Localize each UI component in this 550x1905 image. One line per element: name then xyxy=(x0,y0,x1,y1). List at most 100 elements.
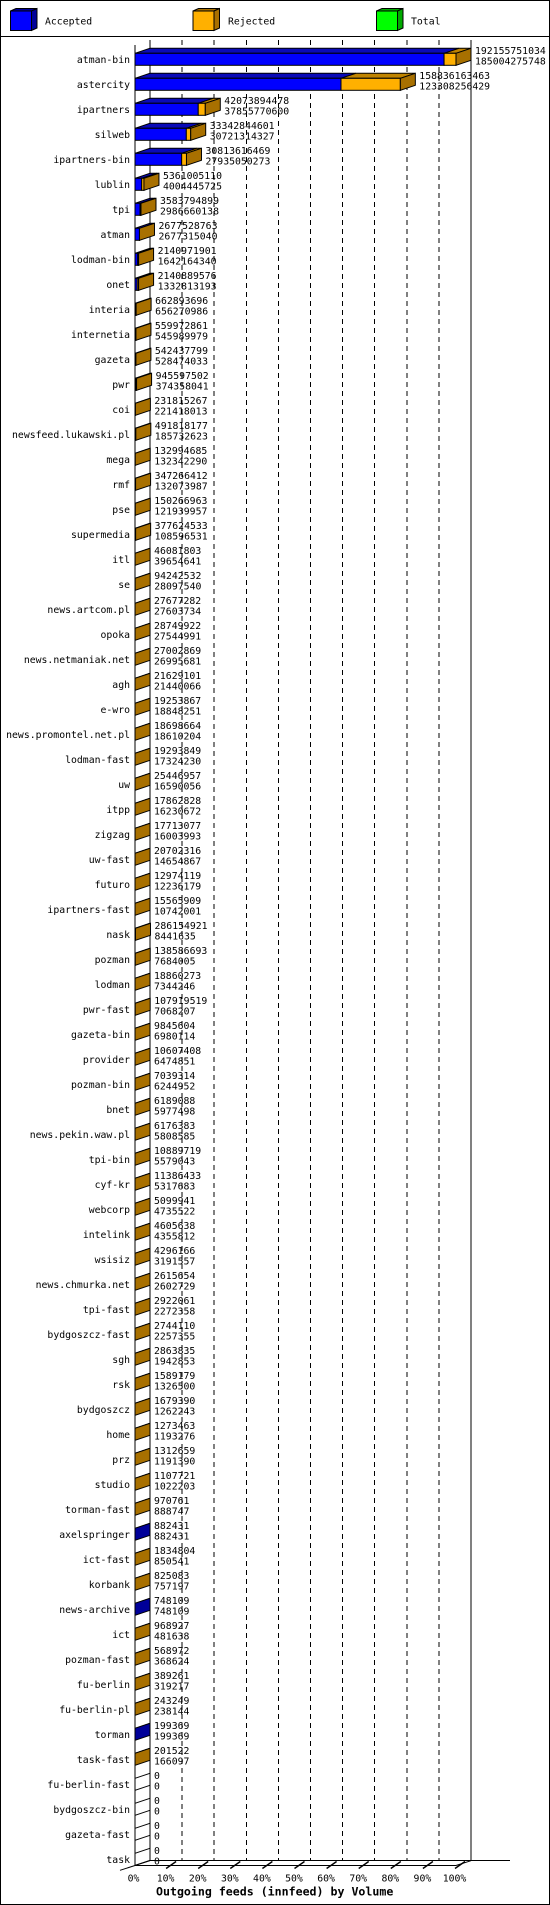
total-value-label: 19253867 xyxy=(154,696,201,707)
accepted-value-label: 4735522 xyxy=(154,1207,195,1218)
total-value-label: 17862828 xyxy=(154,796,201,807)
category-label: itl xyxy=(112,555,130,566)
total-value-label: 968927 xyxy=(154,1621,189,1632)
total-value-label: 542437799 xyxy=(155,346,208,357)
category-label: nask xyxy=(106,930,130,941)
accepted-value-label: 757197 xyxy=(154,1582,189,1593)
accepted-value-label: 5579043 xyxy=(154,1157,195,1168)
category-label: fu-berlin xyxy=(77,1680,130,1691)
total-value-label: 2140971901 xyxy=(158,246,217,257)
category-label: pwr-fast xyxy=(83,1005,130,1016)
accepted-value-label: 656270986 xyxy=(155,307,208,318)
x-tick-label: 0% xyxy=(128,1874,140,1885)
total-value-label: 491818177 xyxy=(155,421,208,432)
accepted-bar-top xyxy=(134,47,460,54)
total-value-label: 5361005110 xyxy=(163,171,222,182)
category-label: rsk xyxy=(112,1380,130,1391)
total-value-label: 46081803 xyxy=(154,546,201,557)
category-label: pse xyxy=(112,505,130,516)
total-value-label: 2140889576 xyxy=(158,271,217,282)
total-value-label: 42073894478 xyxy=(224,96,289,107)
category-label: lodman-bin xyxy=(71,255,130,266)
bar-row xyxy=(134,72,416,91)
accepted-value-label: 545989979 xyxy=(155,332,208,343)
accepted-value-label: 26995681 xyxy=(154,657,201,668)
total-value-label: 192155751034 xyxy=(475,46,546,57)
accepted-value-label: 16230672 xyxy=(154,807,201,818)
legend-label-total: Total xyxy=(411,17,441,28)
accepted-value-label: 6980114 xyxy=(154,1032,195,1043)
total-value-label: 21629101 xyxy=(154,671,201,682)
x-tick-label: 20% xyxy=(189,1874,207,1885)
category-label: uw xyxy=(118,780,130,791)
total-value-label: 2863835 xyxy=(154,1346,195,1357)
accepted-value-label: 7068207 xyxy=(154,1007,195,1018)
total-value-label: 30813616469 xyxy=(206,146,271,157)
legend-swatch-total xyxy=(376,7,404,32)
x-tick-label: 70% xyxy=(349,1874,367,1885)
total-value-label: 15565909 xyxy=(154,896,201,907)
bar-row xyxy=(134,147,202,166)
category-label: tpi-bin xyxy=(89,1155,130,1166)
rejected-bar xyxy=(197,102,206,116)
legend-swatch-side xyxy=(31,7,38,32)
accepted-bar xyxy=(134,77,342,91)
total-value-label: 20702316 xyxy=(154,846,201,857)
outgoing-feeds-bar-chart: Accepted Rejected Total atman-bin asterci… xyxy=(0,0,550,1905)
total-value-label: 94242532 xyxy=(154,571,201,582)
x-tick-label: 100% xyxy=(443,1874,467,1885)
accepted-value-label: 7684005 xyxy=(154,957,195,968)
accepted-value-label: 185732623 xyxy=(155,432,208,443)
total-value-label: 286154921 xyxy=(155,921,208,932)
total-value-label: 559972861 xyxy=(155,321,208,332)
accepted-value-label: 1642164340 xyxy=(158,257,217,268)
accepted-value-label: 132073987 xyxy=(155,482,208,493)
category-label: astercity xyxy=(77,80,130,91)
accepted-value-label: 132342290 xyxy=(154,457,207,468)
accepted-value-label: 3191557 xyxy=(154,1257,195,1268)
accepted-value-label: 18610204 xyxy=(154,732,201,743)
accepted-value-label: 7344246 xyxy=(154,982,195,993)
accepted-value-label: 4355812 xyxy=(154,1232,195,1243)
bar-row xyxy=(134,47,472,66)
accepted-value-label: 6244952 xyxy=(154,1082,195,1093)
accepted-value-label: 6474851 xyxy=(154,1057,195,1068)
accepted-value-label: 2677315040 xyxy=(159,232,218,243)
total-value-label: 25446957 xyxy=(154,771,201,782)
total-value-label: 201522 xyxy=(154,1746,189,1757)
category-label: supermedia xyxy=(71,530,130,541)
total-value-label: 2677528763 xyxy=(159,221,218,232)
category-label: axelspringer xyxy=(59,1530,130,1541)
accepted-bar xyxy=(134,152,183,166)
accepted-value-label: 185004275748 xyxy=(475,57,546,68)
total-value-label: 132994685 xyxy=(154,446,207,457)
total-value-label: 27002869 xyxy=(154,646,201,657)
accepted-bar xyxy=(134,177,143,191)
category-label: task-fast xyxy=(77,1755,130,1766)
category-label: gazeta-bin xyxy=(71,1030,130,1041)
category-label: pozman-fast xyxy=(65,1655,130,1666)
category-label: tpi xyxy=(112,205,130,216)
category-label: internetia xyxy=(71,330,130,341)
accepted-value-label: 28097540 xyxy=(154,582,201,593)
category-label: torman-fast xyxy=(65,1505,130,1516)
category-label: coi xyxy=(112,405,130,416)
accepted-value-label: 0 xyxy=(154,1782,160,1793)
category-label: wsisiz xyxy=(95,1255,130,1266)
accepted-value-label: 5808585 xyxy=(154,1132,195,1143)
category-label: korbank xyxy=(89,1580,130,1591)
category-label: pwr xyxy=(112,380,130,391)
category-label: torman xyxy=(95,1730,130,1741)
accepted-value-label: 27935050273 xyxy=(206,157,271,168)
accepted-value-label: 1191390 xyxy=(154,1457,195,1468)
accepted-value-label: 16003993 xyxy=(154,832,201,843)
total-value-label: 12974119 xyxy=(154,871,201,882)
legend-swatch-front xyxy=(10,10,32,31)
total-value-label: 11386433 xyxy=(154,1171,201,1182)
accepted-value-label: 1326500 xyxy=(154,1382,195,1393)
total-value-label: 2615654 xyxy=(154,1271,195,1282)
accepted-value-label: 123308256429 xyxy=(419,82,490,93)
category-label: ipartners xyxy=(77,105,130,116)
category-label: news-archive xyxy=(59,1605,130,1616)
accepted-value-label: 39654641 xyxy=(154,557,201,568)
